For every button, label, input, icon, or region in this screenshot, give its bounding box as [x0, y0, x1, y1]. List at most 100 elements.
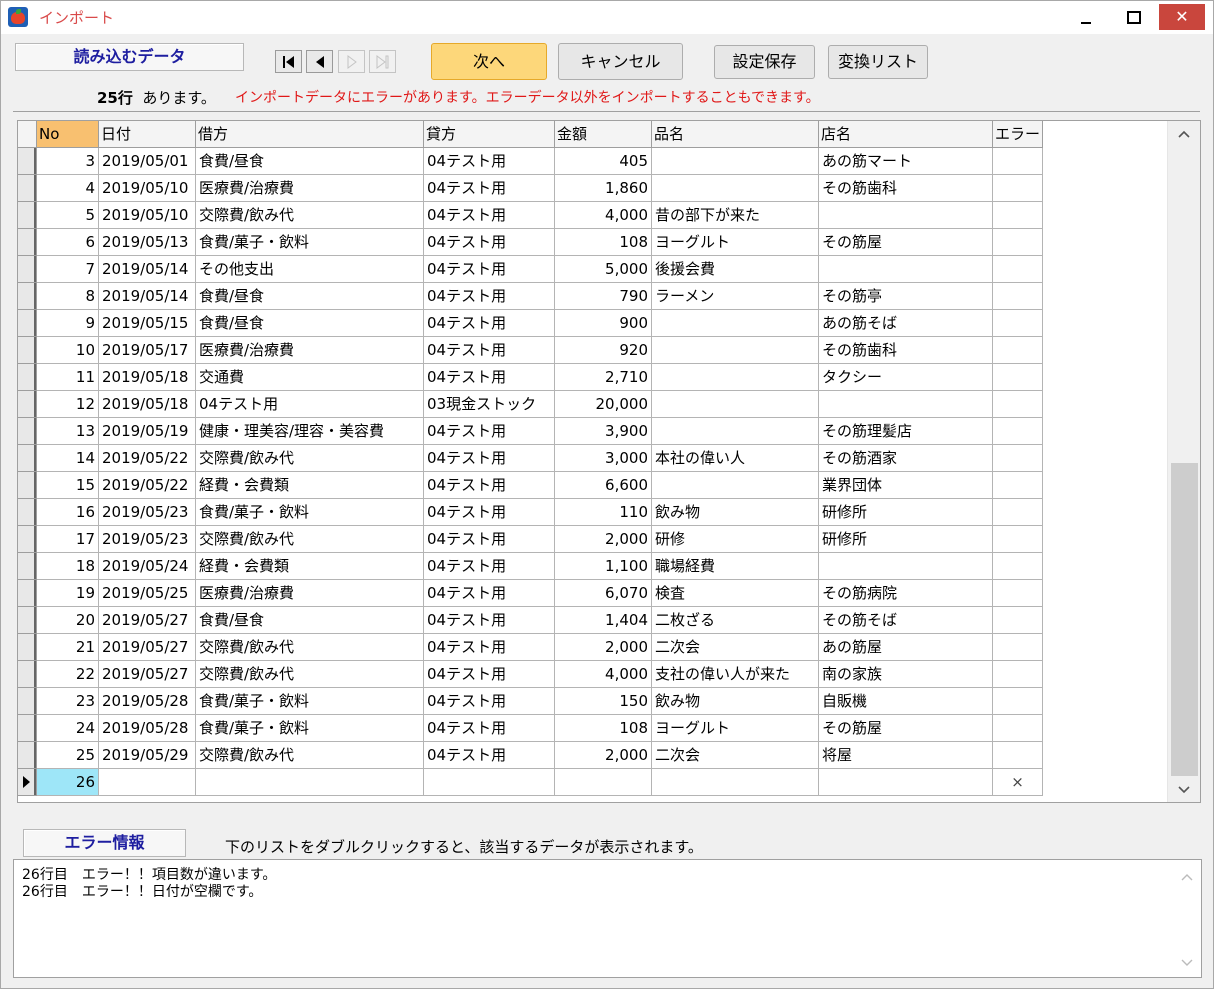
row-selector[interactable] — [18, 634, 37, 661]
cell-no[interactable]: 26 — [37, 769, 99, 796]
cell-credit[interactable]: 04テスト用 — [424, 175, 555, 202]
maximize-button[interactable] — [1109, 1, 1155, 31]
scroll-up-icon[interactable] — [1178, 129, 1190, 141]
minimize-button[interactable] — [1063, 1, 1109, 31]
cell-shop[interactable]: その筋歯科 — [819, 175, 993, 202]
cell-error[interactable] — [993, 310, 1043, 337]
nav-prev-button[interactable] — [306, 50, 333, 73]
cancel-button[interactable]: キャンセル — [558, 43, 683, 80]
cell-debit[interactable]: 健康・理美容/理容・美容費 — [196, 418, 424, 445]
cell-item[interactable]: ヨーグルト — [652, 715, 819, 742]
cell-no[interactable]: 10 — [37, 337, 99, 364]
cell-debit[interactable]: 食費/菓子・飲料 — [196, 715, 424, 742]
cell-date[interactable]: 2019/05/18 — [99, 364, 196, 391]
cell-no[interactable]: 8 — [37, 283, 99, 310]
cell-debit[interactable]: 食費/昼食 — [196, 607, 424, 634]
cell-error[interactable] — [993, 634, 1043, 661]
cell-item[interactable]: 飲み物 — [652, 499, 819, 526]
cell-date[interactable]: 2019/05/15 — [99, 310, 196, 337]
cell-error[interactable] — [993, 229, 1043, 256]
cell-date[interactable]: 2019/05/23 — [99, 499, 196, 526]
cell-shop[interactable] — [819, 553, 993, 580]
cell-debit[interactable]: 交際費/飲み代 — [196, 634, 424, 661]
cell-credit[interactable] — [424, 769, 555, 796]
cell-amount[interactable]: 6,600 — [555, 472, 652, 499]
cell-no[interactable]: 7 — [37, 256, 99, 283]
row-selector-header[interactable] — [18, 121, 37, 148]
cell-credit[interactable]: 04テスト用 — [424, 634, 555, 661]
cell-debit[interactable]: 交際費/飲み代 — [196, 526, 424, 553]
cell-item[interactable]: 研修 — [652, 526, 819, 553]
cell-credit[interactable]: 04テスト用 — [424, 337, 555, 364]
row-selector[interactable] — [18, 256, 37, 283]
row-selector[interactable] — [18, 607, 37, 634]
cell-error[interactable] — [993, 418, 1043, 445]
cell-item[interactable] — [652, 337, 819, 364]
cell-shop[interactable]: 自販機 — [819, 688, 993, 715]
row-selector[interactable] — [18, 283, 37, 310]
cell-item[interactable]: 二次会 — [652, 634, 819, 661]
cell-amount[interactable]: 3,000 — [555, 445, 652, 472]
cell-amount[interactable]: 4,000 — [555, 661, 652, 688]
cell-no[interactable]: 6 — [37, 229, 99, 256]
cell-debit[interactable]: 交際費/飲み代 — [196, 445, 424, 472]
cell-amount[interactable]: 150 — [555, 688, 652, 715]
cell-date[interactable]: 2019/05/18 — [99, 391, 196, 418]
cell-credit[interactable]: 04テスト用 — [424, 688, 555, 715]
column-header-item[interactable]: 品名 — [652, 121, 819, 148]
cell-error[interactable] — [993, 580, 1043, 607]
cell-no[interactable]: 15 — [37, 472, 99, 499]
error-line[interactable]: 26行目 エラー！！項目数が違います。 — [22, 867, 276, 884]
row-selector[interactable] — [18, 742, 37, 769]
cell-date[interactable]: 2019/05/27 — [99, 607, 196, 634]
cell-amount[interactable]: 3,900 — [555, 418, 652, 445]
cell-no[interactable]: 21 — [37, 634, 99, 661]
cell-item[interactable]: 支社の偉い人が来た — [652, 661, 819, 688]
cell-error[interactable] — [993, 445, 1043, 472]
cell-date[interactable]: 2019/05/28 — [99, 688, 196, 715]
row-selector[interactable] — [18, 418, 37, 445]
row-selector[interactable] — [18, 472, 37, 499]
cell-credit[interactable]: 04テスト用 — [424, 418, 555, 445]
scroll-down-icon[interactable] — [1178, 783, 1190, 795]
cell-no[interactable]: 16 — [37, 499, 99, 526]
cell-no[interactable]: 4 — [37, 175, 99, 202]
cell-item[interactable] — [652, 418, 819, 445]
cell-amount[interactable]: 108 — [555, 229, 652, 256]
cell-amount[interactable]: 1,860 — [555, 175, 652, 202]
column-header-debit[interactable]: 借方 — [196, 121, 424, 148]
cell-debit[interactable]: 食費/菓子・飲料 — [196, 499, 424, 526]
column-header-amount[interactable]: 金額 — [555, 121, 652, 148]
convert-list-button[interactable]: 変換リスト — [828, 45, 928, 79]
cell-no[interactable]: 13 — [37, 418, 99, 445]
current-row-arrow-icon[interactable] — [18, 769, 37, 796]
cell-no[interactable]: 14 — [37, 445, 99, 472]
cell-debit[interactable]: 食費/菓子・飲料 — [196, 688, 424, 715]
cell-credit[interactable]: 04テスト用 — [424, 283, 555, 310]
cell-amount[interactable]: 2,000 — [555, 526, 652, 553]
cell-debit[interactable]: 医療費/治療費 — [196, 337, 424, 364]
cell-shop[interactable] — [819, 256, 993, 283]
cell-shop[interactable]: その筋そば — [819, 607, 993, 634]
cell-item[interactable] — [652, 148, 819, 175]
cell-amount[interactable]: 1,100 — [555, 553, 652, 580]
scrollbar-thumb[interactable] — [1171, 463, 1198, 776]
vertical-scrollbar[interactable] — [1167, 121, 1200, 802]
cell-amount[interactable] — [555, 769, 652, 796]
row-selector[interactable] — [18, 661, 37, 688]
nav-first-button[interactable] — [275, 50, 302, 73]
cell-debit[interactable]: 食費/昼食 — [196, 283, 424, 310]
cell-date[interactable]: 2019/05/25 — [99, 580, 196, 607]
cell-item[interactable] — [652, 769, 819, 796]
cell-shop[interactable]: あの筋マート — [819, 148, 993, 175]
cell-date[interactable]: 2019/05/27 — [99, 634, 196, 661]
cell-no[interactable]: 3 — [37, 148, 99, 175]
cell-error[interactable] — [993, 499, 1043, 526]
cell-date[interactable]: 2019/05/22 — [99, 472, 196, 499]
cell-item[interactable] — [652, 472, 819, 499]
cell-shop[interactable]: その筋歯科 — [819, 337, 993, 364]
row-selector[interactable] — [18, 688, 37, 715]
cell-no[interactable]: 20 — [37, 607, 99, 634]
cell-error[interactable] — [993, 256, 1043, 283]
cell-date[interactable]: 2019/05/10 — [99, 202, 196, 229]
